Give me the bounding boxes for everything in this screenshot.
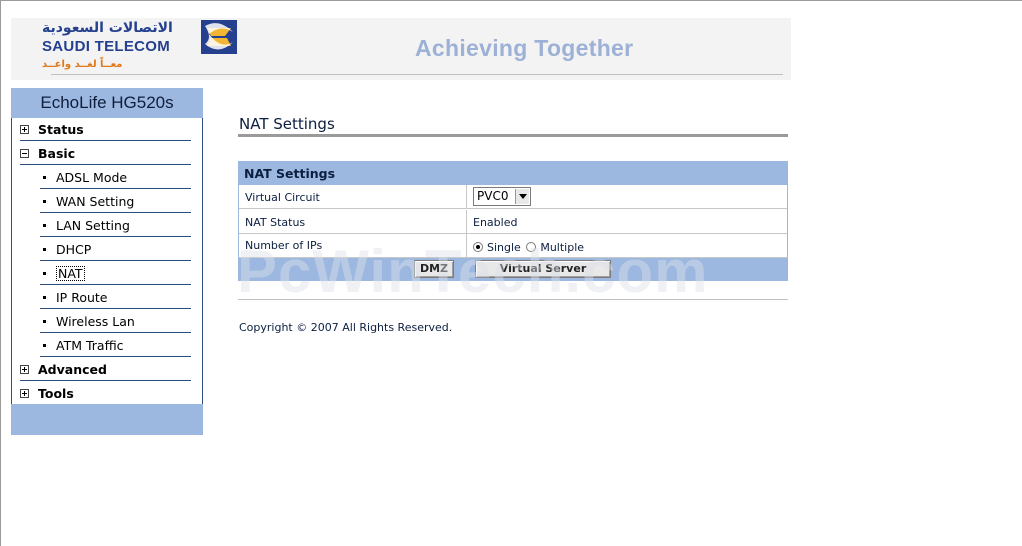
panel-title: NAT Settings <box>239 162 787 185</box>
nat-status-row: NAT Status Enabled <box>239 210 787 234</box>
nav-adsl-mode[interactable]: ADSL Mode <box>40 166 191 189</box>
nav-lan-setting[interactable]: LAN Setting <box>40 214 191 237</box>
minus-icon <box>20 148 29 158</box>
cell-divider <box>466 234 467 257</box>
chevron-down-icon[interactable] <box>515 189 529 204</box>
copyright-text: Copyright © 2007 All Rights Reserved. <box>239 321 453 334</box>
nav-wan-setting[interactable]: WAN Setting <box>40 190 191 213</box>
bullet-icon <box>43 319 46 323</box>
device-name: EchoLife HG520s <box>11 88 203 118</box>
logo-english-text: SAUDI TELECOM <box>42 38 171 55</box>
virtual-circuit-label: Virtual Circuit <box>245 191 320 204</box>
ip-mode-options: Single Multiple <box>473 241 584 254</box>
single-label: Single <box>487 241 521 254</box>
bullet-icon <box>43 175 46 179</box>
number-of-ips-row: Number of IPs Single Multiple <box>239 234 787 258</box>
nav-label: Advanced <box>38 361 107 377</box>
sidebar-footer <box>11 404 203 435</box>
single-radio[interactable] <box>473 242 483 252</box>
nat-status-value: Enabled <box>473 216 518 229</box>
nav-ip-route[interactable]: IP Route <box>40 286 191 309</box>
nav-label: Status <box>38 121 84 137</box>
multiple-radio[interactable] <box>526 242 537 252</box>
logo-tagline: معــاً لغــد واعــد <box>42 59 123 70</box>
nav-dhcp[interactable]: DHCP <box>40 238 191 261</box>
virtual-circuit-row: Virtual Circuit PVC0 <box>239 185 787 209</box>
nav-menu: Status Basic ADSL Mode WAN Setting LAN S… <box>11 118 203 405</box>
dmz-button[interactable]: DMZ <box>414 260 454 278</box>
bullet-icon <box>43 271 46 275</box>
nav-nat[interactable]: NAT <box>40 262 191 285</box>
nav-label: Wireless Lan <box>56 313 135 329</box>
virtual-circuit-select[interactable]: PVC0 <box>473 187 531 206</box>
number-of-ips-label: Number of IPs <box>245 239 323 252</box>
nav-label: ATM Traffic <box>56 337 124 353</box>
bullet-icon <box>43 247 46 251</box>
plus-icon <box>20 124 29 134</box>
page-title: NAT Settings <box>239 115 335 133</box>
button-bar: DMZ Virtual Server <box>239 258 787 280</box>
slogan: Achieving Together <box>415 35 634 61</box>
footer-divider <box>238 299 788 300</box>
nav-label: LAN Setting <box>56 217 130 233</box>
nav-label: WAN Setting <box>56 193 135 209</box>
nat-status-label: NAT Status <box>245 216 306 229</box>
nav-label: DHCP <box>56 241 92 257</box>
nav-label: Tools <box>38 385 74 401</box>
cell-divider <box>466 185 467 208</box>
nav-label: IP Route <box>56 289 108 305</box>
sidebar: EchoLife HG520s Status Basic ADSL Mode W… <box>11 88 203 435</box>
header-divider <box>51 74 783 75</box>
header-banner: الاتصالات السعودية SAUDI TELECOM معــاً … <box>11 18 791 80</box>
nav-label: ADSL Mode <box>56 169 128 185</box>
bullet-icon <box>43 295 46 299</box>
nat-settings-panel: NAT Settings Virtual Circuit PVC0 NAT St… <box>238 161 788 281</box>
cell-divider <box>466 210 467 233</box>
nav-advanced[interactable]: Advanced <box>20 358 191 381</box>
bullet-icon <box>43 343 46 347</box>
bullet-icon <box>43 199 46 203</box>
stc-logo-icon <box>201 20 237 54</box>
plus-icon <box>20 364 29 374</box>
logo-arabic-text: الاتصالات السعودية <box>42 20 173 36</box>
nav-wireless-lan[interactable]: Wireless Lan <box>40 310 191 333</box>
nav-status[interactable]: Status <box>20 118 191 141</box>
nav-label: Basic <box>38 145 76 161</box>
virtual-circuit-value: PVC0 <box>477 189 509 203</box>
nav-tools[interactable]: Tools <box>20 382 191 405</box>
nav-label: NAT <box>56 265 85 281</box>
title-divider <box>238 134 788 137</box>
bullet-icon <box>43 223 46 227</box>
nav-basic[interactable]: Basic <box>20 142 191 165</box>
nav-atm-traffic[interactable]: ATM Traffic <box>40 334 191 357</box>
multiple-label: Multiple <box>540 241 585 254</box>
plus-icon <box>20 388 29 398</box>
virtual-server-button[interactable]: Virtual Server <box>475 260 611 278</box>
